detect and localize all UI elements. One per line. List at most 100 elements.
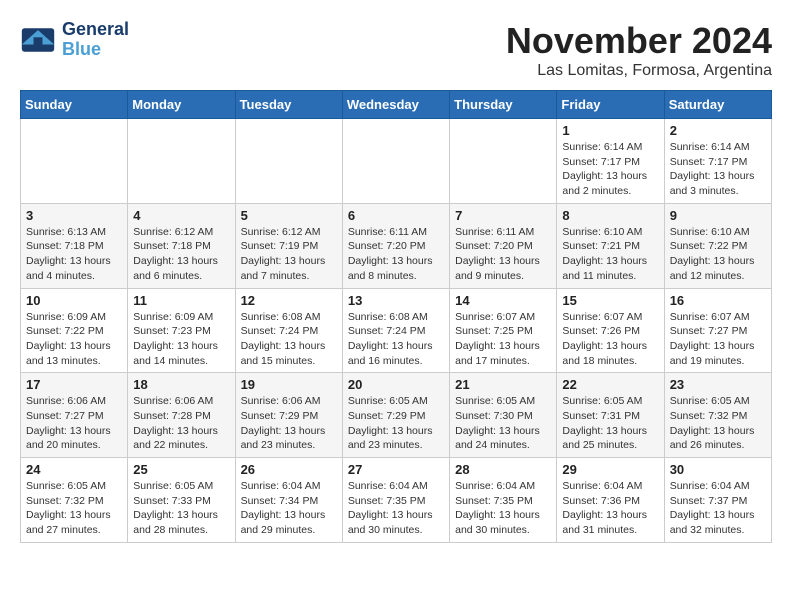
day-number: 24: [26, 462, 122, 477]
day-info: Sunrise: 6:12 AM Sunset: 7:19 PM Dayligh…: [241, 225, 337, 284]
day-info: Sunrise: 6:06 AM Sunset: 7:29 PM Dayligh…: [241, 394, 337, 453]
day-info: Sunrise: 6:05 AM Sunset: 7:32 PM Dayligh…: [670, 394, 766, 453]
calendar-cell: [21, 119, 128, 204]
day-info: Sunrise: 6:04 AM Sunset: 7:35 PM Dayligh…: [455, 479, 551, 538]
logo-text: General Blue: [62, 20, 129, 60]
calendar-body: 1Sunrise: 6:14 AM Sunset: 7:17 PM Daylig…: [21, 119, 772, 543]
calendar-week-row: 24 Sunrise: 6:05 AM Sunset: 7:32 PM Dayli…: [21, 458, 772, 543]
calendar-cell: 12Sunrise: 6:08 AM Sunset: 7:24 PM Dayli…: [235, 288, 342, 373]
day-number: 13: [348, 293, 444, 308]
day-info: Sunrise: 6:09 AM Sunset: 7:23 PM Dayligh…: [133, 310, 229, 369]
calendar-cell: 23 Sunrise: 6:05 AM Sunset: 7:32 PM Dayli…: [664, 373, 771, 458]
day-number: 10: [26, 293, 122, 308]
calendar-cell: 27 Sunrise: 6:04 AM Sunset: 7:35 PM Dayli…: [342, 458, 449, 543]
day-info: Sunrise: 6:10 AM Sunset: 7:21 PM Dayligh…: [562, 225, 658, 284]
calendar-cell: [235, 119, 342, 204]
day-number: 18: [133, 377, 229, 392]
day-number: 2: [670, 123, 766, 138]
calendar-cell: 25Sunrise: 6:05 AM Sunset: 7:33 PM Dayli…: [128, 458, 235, 543]
day-number: 9: [670, 208, 766, 223]
location-title: Las Lomitas, Formosa, Argentina: [506, 62, 772, 80]
day-info: Sunrise: 6:04 AM Sunset: 7:36 PM Dayligh…: [562, 479, 658, 538]
day-info: Sunrise: 6:04 AM Sunset: 7:34 PM Dayligh…: [241, 479, 337, 538]
weekday-header: Friday: [557, 91, 664, 119]
calendar-cell: 9 Sunrise: 6:10 AM Sunset: 7:22 PM Daylig…: [664, 203, 771, 288]
logo: General Blue: [20, 20, 129, 60]
day-number: 3: [26, 208, 122, 223]
day-number: 23: [670, 377, 766, 392]
calendar-week-row: 1Sunrise: 6:14 AM Sunset: 7:17 PM Daylig…: [21, 119, 772, 204]
calendar-cell: [342, 119, 449, 204]
day-number: 8: [562, 208, 658, 223]
calendar-cell: 26 Sunrise: 6:04 AM Sunset: 7:34 PM Dayli…: [235, 458, 342, 543]
day-info: Sunrise: 6:14 AM Sunset: 7:17 PM Dayligh…: [562, 140, 658, 199]
day-info: Sunrise: 6:11 AM Sunset: 7:20 PM Dayligh…: [348, 225, 444, 284]
day-number: 19: [241, 377, 337, 392]
calendar-cell: 28 Sunrise: 6:04 AM Sunset: 7:35 PM Dayli…: [450, 458, 557, 543]
calendar-cell: [450, 119, 557, 204]
logo-line1: General: [62, 20, 129, 40]
calendar-cell: 14 Sunrise: 6:07 AM Sunset: 7:25 PM Dayli…: [450, 288, 557, 373]
calendar-cell: 30 Sunrise: 6:04 AM Sunset: 7:37 PM Dayli…: [664, 458, 771, 543]
day-number: 11: [133, 293, 229, 308]
weekday-header: Wednesday: [342, 91, 449, 119]
day-info: Sunrise: 6:10 AM Sunset: 7:22 PM Dayligh…: [670, 225, 766, 284]
day-info: Sunrise: 6:04 AM Sunset: 7:37 PM Dayligh…: [670, 479, 766, 538]
weekday-header: Sunday: [21, 91, 128, 119]
day-number: 14: [455, 293, 551, 308]
day-info: Sunrise: 6:08 AM Sunset: 7:24 PM Dayligh…: [241, 310, 337, 369]
title-area: November 2024 Las Lomitas, Formosa, Arge…: [506, 20, 772, 80]
day-number: 27: [348, 462, 444, 477]
calendar-cell: 11 Sunrise: 6:09 AM Sunset: 7:23 PM Dayli…: [128, 288, 235, 373]
calendar-cell: 24 Sunrise: 6:05 AM Sunset: 7:32 PM Dayli…: [21, 458, 128, 543]
calendar-header: SundayMondayTuesdayWednesdayThursdayFrid…: [21, 91, 772, 119]
logo-line2: Blue: [62, 40, 129, 60]
day-number: 22: [562, 377, 658, 392]
calendar-cell: 10 Sunrise: 6:09 AM Sunset: 7:22 PM Dayli…: [21, 288, 128, 373]
day-number: 30: [670, 462, 766, 477]
day-number: 20: [348, 377, 444, 392]
day-number: 5: [241, 208, 337, 223]
day-number: 26: [241, 462, 337, 477]
day-info: Sunrise: 6:09 AM Sunset: 7:22 PM Dayligh…: [26, 310, 122, 369]
calendar-week-row: 10 Sunrise: 6:09 AM Sunset: 7:22 PM Dayli…: [21, 288, 772, 373]
day-info: Sunrise: 6:05 AM Sunset: 7:33 PM Dayligh…: [133, 479, 229, 538]
calendar-cell: 7 Sunrise: 6:11 AM Sunset: 7:20 PM Daylig…: [450, 203, 557, 288]
calendar-week-row: 3 Sunrise: 6:13 AM Sunset: 7:18 PM Daylig…: [21, 203, 772, 288]
calendar-cell: 18 Sunrise: 6:06 AM Sunset: 7:28 PM Dayli…: [128, 373, 235, 458]
day-number: 29: [562, 462, 658, 477]
day-info: Sunrise: 6:11 AM Sunset: 7:20 PM Dayligh…: [455, 225, 551, 284]
calendar-cell: 17Sunrise: 6:06 AM Sunset: 7:27 PM Dayli…: [21, 373, 128, 458]
calendar-cell: 2Sunrise: 6:14 AM Sunset: 7:17 PM Daylig…: [664, 119, 771, 204]
day-number: 15: [562, 293, 658, 308]
day-number: 7: [455, 208, 551, 223]
calendar-cell: 1Sunrise: 6:14 AM Sunset: 7:17 PM Daylig…: [557, 119, 664, 204]
day-info: Sunrise: 6:08 AM Sunset: 7:24 PM Dayligh…: [348, 310, 444, 369]
calendar-cell: 21 Sunrise: 6:05 AM Sunset: 7:30 PM Dayli…: [450, 373, 557, 458]
calendar-cell: 29 Sunrise: 6:04 AM Sunset: 7:36 PM Dayli…: [557, 458, 664, 543]
calendar-cell: 19 Sunrise: 6:06 AM Sunset: 7:29 PM Dayli…: [235, 373, 342, 458]
calendar-cell: 16Sunrise: 6:07 AM Sunset: 7:27 PM Dayli…: [664, 288, 771, 373]
calendar-cell: 15Sunrise: 6:07 AM Sunset: 7:26 PM Dayli…: [557, 288, 664, 373]
month-title: November 2024: [506, 20, 772, 62]
day-number: 16: [670, 293, 766, 308]
day-number: 21: [455, 377, 551, 392]
calendar-cell: 22Sunrise: 6:05 AM Sunset: 7:31 PM Dayli…: [557, 373, 664, 458]
day-info: Sunrise: 6:06 AM Sunset: 7:28 PM Dayligh…: [133, 394, 229, 453]
calendar-week-row: 17Sunrise: 6:06 AM Sunset: 7:27 PM Dayli…: [21, 373, 772, 458]
weekday-header: Tuesday: [235, 91, 342, 119]
day-info: Sunrise: 6:12 AM Sunset: 7:18 PM Dayligh…: [133, 225, 229, 284]
day-info: Sunrise: 6:13 AM Sunset: 7:18 PM Dayligh…: [26, 225, 122, 284]
day-info: Sunrise: 6:07 AM Sunset: 7:25 PM Dayligh…: [455, 310, 551, 369]
day-number: 17: [26, 377, 122, 392]
weekday-header: Monday: [128, 91, 235, 119]
logo-icon: [20, 26, 56, 54]
calendar-cell: 20Sunrise: 6:05 AM Sunset: 7:29 PM Dayli…: [342, 373, 449, 458]
calendar-cell: [128, 119, 235, 204]
day-info: Sunrise: 6:04 AM Sunset: 7:35 PM Dayligh…: [348, 479, 444, 538]
header: General Blue November 2024 Las Lomitas, …: [20, 20, 772, 80]
day-info: Sunrise: 6:05 AM Sunset: 7:32 PM Dayligh…: [26, 479, 122, 538]
day-number: 28: [455, 462, 551, 477]
calendar-cell: 4Sunrise: 6:12 AM Sunset: 7:18 PM Daylig…: [128, 203, 235, 288]
day-info: Sunrise: 6:05 AM Sunset: 7:30 PM Dayligh…: [455, 394, 551, 453]
